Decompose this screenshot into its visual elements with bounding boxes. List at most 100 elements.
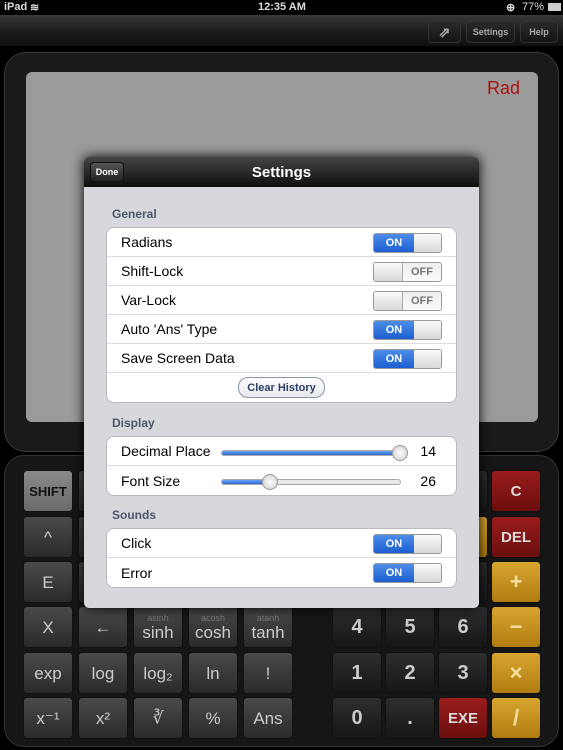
key-sym23[interactable]: + — [491, 561, 541, 603]
help-button[interactable]: Help — [520, 21, 558, 43]
sounds-group: Click ON Error ON — [106, 528, 457, 588]
toggle-var-lock[interactable]: OFF — [373, 291, 442, 311]
key-ans[interactable]: Ans — [243, 697, 293, 739]
key-log[interactable]: log₂ — [133, 652, 183, 694]
toggle-state-label: ON — [374, 564, 414, 582]
toggle-state-label: ON — [374, 234, 414, 252]
key-x[interactable]: X — [23, 606, 73, 648]
toggle-state-label: ON — [374, 350, 414, 368]
key-shift[interactable]: SHIFT — [23, 470, 73, 512]
toolbar: ⇗ Settings Help — [0, 15, 563, 46]
key-6[interactable]: 6 — [438, 606, 488, 648]
settings-title: Settings — [251, 164, 312, 181]
key-label: ∛ — [152, 708, 164, 728]
key-log[interactable]: log — [78, 652, 128, 694]
setting-row-auto-ans-type: Auto 'Ans' Type ON — [107, 315, 456, 344]
toggle-knob — [414, 350, 441, 368]
settings-popover: Settings Done General Radians ON Shift-Loc… — [84, 157, 479, 608]
key-sym44[interactable]: ! — [243, 652, 293, 694]
key-exp[interactable]: exp — [23, 652, 73, 694]
key-secondary-label: atanh — [256, 612, 280, 623]
toggle-state-label: OFF — [403, 263, 441, 281]
key-0[interactable]: 0 — [332, 697, 382, 739]
clock: 12:35 AM — [258, 1, 306, 13]
key-label: sinh — [142, 622, 174, 642]
key-ln[interactable]: ln — [188, 652, 238, 694]
key-x[interactable]: x² — [78, 697, 128, 739]
key-5[interactable]: 5 — [385, 606, 435, 648]
key-label: SHIFT — [29, 483, 67, 499]
key-label: % — [205, 708, 221, 728]
key-sinh[interactable]: asinh sinh — [133, 606, 183, 648]
slider-fill — [222, 451, 400, 455]
display-group: Decimal Place 14 Font Size 26 — [106, 436, 457, 496]
key-sym33[interactable]: − — [491, 606, 541, 648]
setting-label: Click — [121, 535, 152, 551]
toggle-knob — [414, 564, 441, 582]
key-label: ! — [265, 663, 271, 683]
settings-button[interactable]: Settings — [466, 21, 515, 43]
key-label: ^ — [44, 527, 52, 547]
toggle-radians[interactable]: ON — [373, 233, 442, 253]
share-icon: ⇗ — [438, 23, 451, 40]
key-sym10[interactable]: ^ — [23, 516, 73, 558]
key-label: − — [509, 614, 523, 639]
setting-row-decimal-place: Decimal Place 14 — [107, 437, 456, 466]
clear-history-button[interactable]: Clear History — [238, 377, 325, 398]
toggle-state-label: ON — [374, 321, 414, 339]
toggle-knob — [414, 535, 441, 553]
key-label: DEL — [501, 528, 531, 546]
key-label: 5 — [404, 616, 416, 638]
key-label: + — [509, 569, 523, 594]
slider-thumb[interactable] — [392, 445, 408, 461]
toggle-click[interactable]: ON — [373, 534, 442, 554]
key-sym52[interactable]: ∛ — [133, 697, 183, 739]
share-button[interactable]: ⇗ — [428, 21, 461, 43]
key-label: log₂ — [143, 663, 173, 683]
key-label: / — [512, 705, 520, 730]
toggle-save-screen-data[interactable]: ON — [373, 349, 442, 369]
key-label: 6 — [457, 616, 469, 638]
device-name: iPad — [4, 1, 28, 13]
key-sym51[interactable]: . — [385, 697, 435, 739]
setting-row-click: Click ON — [107, 529, 456, 558]
key-2[interactable]: 2 — [385, 652, 435, 694]
key-label: 4 — [351, 616, 363, 638]
battery-percent: 77% — [522, 1, 545, 13]
slider-decimal-place[interactable] — [221, 445, 408, 461]
key-3[interactable]: 3 — [438, 652, 488, 694]
key-1[interactable]: 1 — [332, 652, 382, 694]
slider-thumb[interactable] — [262, 474, 279, 490]
key-e[interactable]: E — [23, 561, 73, 603]
setting-row-radians: Radians ON — [107, 228, 456, 257]
toggle-error[interactable]: ON — [373, 563, 442, 583]
section-display: Display — [112, 416, 155, 430]
section-sounds: Sounds — [112, 508, 156, 522]
setting-label: Font Size — [121, 472, 181, 489]
key-cosh[interactable]: acosh cosh — [188, 606, 238, 648]
key-sym53[interactable]: / — [491, 697, 541, 739]
setting-row-save-screen-data: Save Screen Data ON — [107, 344, 456, 373]
key-sym43[interactable]: × — [491, 652, 541, 694]
key-c[interactable]: C — [491, 470, 541, 512]
key-sym53[interactable]: % — [188, 697, 238, 739]
lock-rotation-icon: ⊕ — [506, 2, 516, 14]
settings-header: Settings Done — [84, 157, 479, 187]
slider-font-size[interactable] — [221, 474, 401, 490]
key-tanh[interactable]: atanh tanh — [243, 606, 293, 648]
status-bar: iPad ≋ 12:35 AM ⊕ 77% — [0, 0, 563, 15]
toggle-shift-lock[interactable]: OFF — [373, 262, 442, 282]
clear-history-row: Clear History — [107, 373, 456, 402]
key-exe[interactable]: EXE — [438, 697, 488, 739]
setting-label: Decimal Place — [121, 443, 211, 459]
toggle-auto-ans-type[interactable]: ON — [373, 320, 442, 340]
key-sym31[interactable]: ← — [78, 606, 128, 648]
done-button[interactable]: Done — [90, 162, 124, 182]
key-4[interactable]: 4 — [332, 606, 382, 648]
key-label: EXE — [447, 709, 478, 727]
key-label: C — [510, 482, 522, 500]
key-secondary-label: acosh — [200, 612, 226, 623]
key-x[interactable]: x⁻¹ — [23, 697, 73, 739]
toggle-knob — [414, 321, 441, 339]
key-del[interactable]: DEL — [491, 516, 541, 558]
